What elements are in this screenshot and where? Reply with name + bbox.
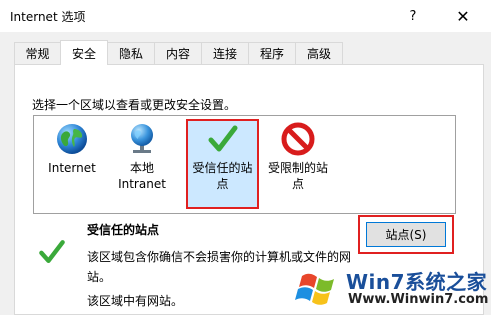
sites-button[interactable]: 站点(S) xyxy=(366,222,446,247)
zone-restricted-sites[interactable]: 受限制的站 点 xyxy=(264,122,332,192)
watermark-title: Win7系统之家 xyxy=(346,270,488,294)
title-bar: Internet 选项 ? ✕ xyxy=(0,0,491,32)
tab-programs[interactable]: 程序 xyxy=(248,42,296,64)
zone-trusted-sites[interactable]: 受信任的站 点 xyxy=(189,122,256,192)
no-entry-icon xyxy=(281,122,315,156)
selected-zone-title: 受信任的站点 xyxy=(87,223,160,237)
tab-general[interactable]: 常规 xyxy=(14,42,61,64)
help-button[interactable]: ? xyxy=(396,0,430,32)
tab-content[interactable]: 内容 xyxy=(154,42,202,64)
close-button[interactable]: ✕ xyxy=(440,0,486,32)
green-check-icon xyxy=(208,125,237,152)
windows-logo-icon xyxy=(294,263,342,311)
selected-zone-note: 该区域中有网站。 xyxy=(87,294,184,308)
tab-connections[interactable]: 连接 xyxy=(201,42,249,64)
zone-instruction: 选择一个区域以查看或更改安全设置。 xyxy=(32,98,237,112)
zone-internet[interactable]: Internet xyxy=(44,122,100,176)
zone-internet-label: Internet xyxy=(48,161,96,175)
globe-icon xyxy=(57,124,87,154)
window-title: Internet 选项 xyxy=(10,10,86,24)
tab-advanced[interactable]: 高级 xyxy=(295,42,343,64)
zone-local-intranet-label: 本地 Intranet xyxy=(118,161,166,191)
watermark: Win7系统之家 Www.Winwin7.com xyxy=(292,262,488,312)
tab-privacy[interactable]: 隐私 xyxy=(107,42,155,64)
trusted-zone-check-icon xyxy=(39,240,65,264)
tab-security[interactable]: 安全 xyxy=(60,40,108,65)
zone-trusted-sites-label: 受信任的站 点 xyxy=(192,161,253,191)
watermark-url: Www.Winwin7.com xyxy=(348,292,489,307)
intranet-globe-icon xyxy=(131,124,153,153)
zone-restricted-sites-label: 受限制的站 点 xyxy=(267,161,328,191)
zone-local-intranet[interactable]: 本地 Intranet xyxy=(112,122,172,192)
